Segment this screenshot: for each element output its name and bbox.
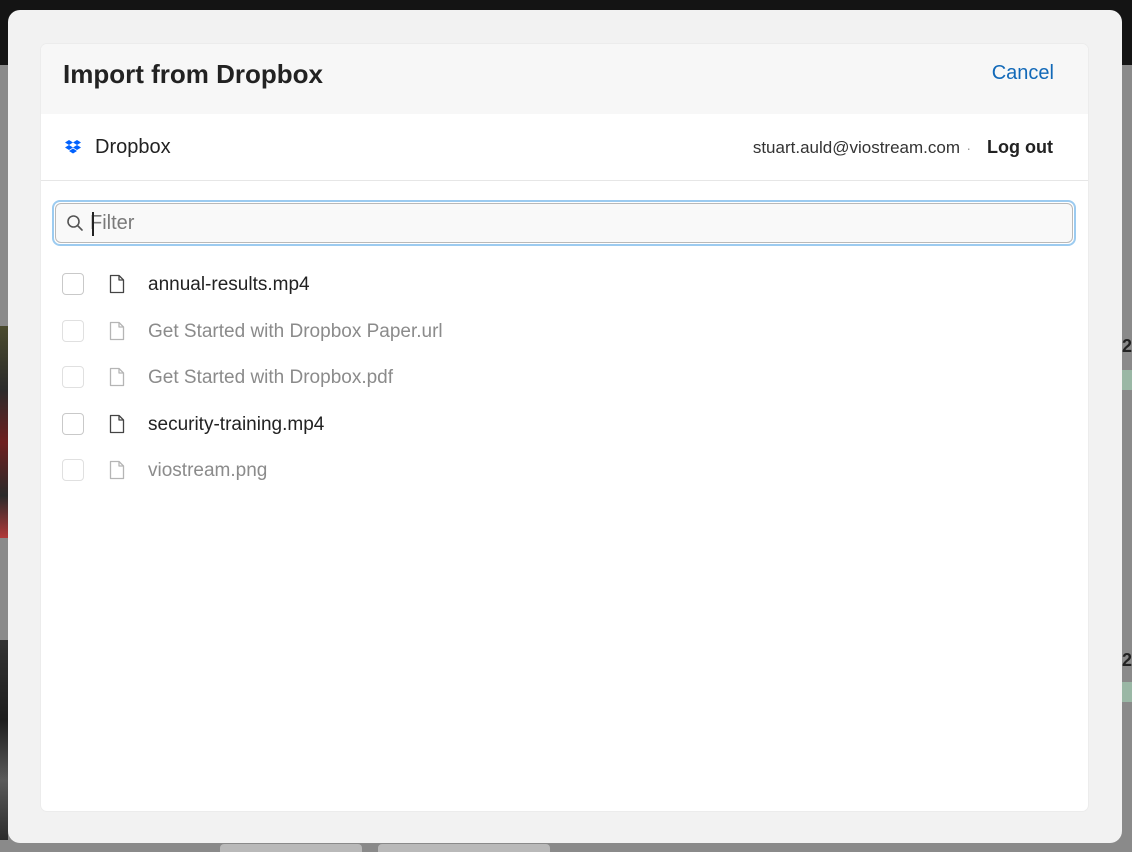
backdrop-chip bbox=[220, 844, 362, 852]
backdrop-text-fragment: 2 bbox=[1122, 650, 1132, 670]
backdrop-text-fragment: 2 bbox=[1122, 336, 1132, 356]
file-row[interactable]: annual-results.mp4 bbox=[41, 262, 1088, 309]
modal-title: Import from Dropbox bbox=[63, 59, 323, 89]
filter-field bbox=[52, 200, 1076, 246]
file-checkbox[interactable] bbox=[62, 273, 84, 295]
file-icon bbox=[109, 321, 125, 340]
backdrop-thumbnail bbox=[0, 326, 8, 538]
file-icon bbox=[109, 274, 125, 294]
filter-input[interactable] bbox=[90, 209, 1050, 237]
file-checkbox[interactable] bbox=[62, 366, 84, 388]
backdrop-thumbnail bbox=[0, 640, 8, 840]
logout-button[interactable]: Log out bbox=[987, 135, 1053, 159]
provider-name: Dropbox bbox=[95, 136, 171, 158]
file-name: annual-results.mp4 bbox=[148, 274, 310, 295]
backdrop-chip bbox=[378, 844, 550, 852]
file-checkbox[interactable] bbox=[62, 319, 84, 342]
text-caret bbox=[92, 212, 94, 236]
file-checkbox[interactable] bbox=[62, 459, 84, 481]
provider-bar: Dropbox stuart.auld@viostream.com · Log … bbox=[41, 114, 1088, 181]
backdrop-badge-fragment bbox=[1122, 682, 1132, 702]
file-icon bbox=[109, 414, 125, 433]
file-icon bbox=[109, 367, 125, 387]
import-modal: Import from Dropbox Cancel Dropbox stuar… bbox=[8, 10, 1122, 843]
file-icon bbox=[109, 460, 125, 480]
import-panel: Import from Dropbox Cancel Dropbox stuar… bbox=[41, 44, 1088, 811]
search-icon bbox=[67, 215, 83, 231]
file-row[interactable]: Get Started with Dropbox.pdf bbox=[41, 355, 1088, 402]
file-name: Get Started with Dropbox.pdf bbox=[148, 367, 394, 388]
backdrop-badge-fragment bbox=[1122, 370, 1132, 390]
user-email: stuart.auld@viostream.com bbox=[752, 138, 960, 157]
file-checkbox[interactable] bbox=[62, 412, 84, 435]
file-name: security-training.mp4 bbox=[148, 413, 325, 435]
cancel-button[interactable]: Cancel bbox=[992, 60, 1054, 86]
file-row[interactable]: security-training.mp4 bbox=[41, 402, 1088, 449]
filter-box bbox=[55, 203, 1073, 243]
modal-header: Import from Dropbox Cancel bbox=[41, 44, 1088, 114]
file-name: Get Started with Dropbox Paper.url bbox=[148, 320, 443, 342]
file-row[interactable]: Get Started with Dropbox Paper.url bbox=[41, 309, 1088, 356]
file-list: annual-results.mp4 Get Started with Drop… bbox=[41, 262, 1088, 495]
separator-dot: · bbox=[966, 140, 971, 156]
file-row[interactable]: viostream.png bbox=[41, 448, 1088, 495]
file-name: viostream.png bbox=[148, 460, 268, 481]
dropbox-icon bbox=[65, 140, 81, 154]
